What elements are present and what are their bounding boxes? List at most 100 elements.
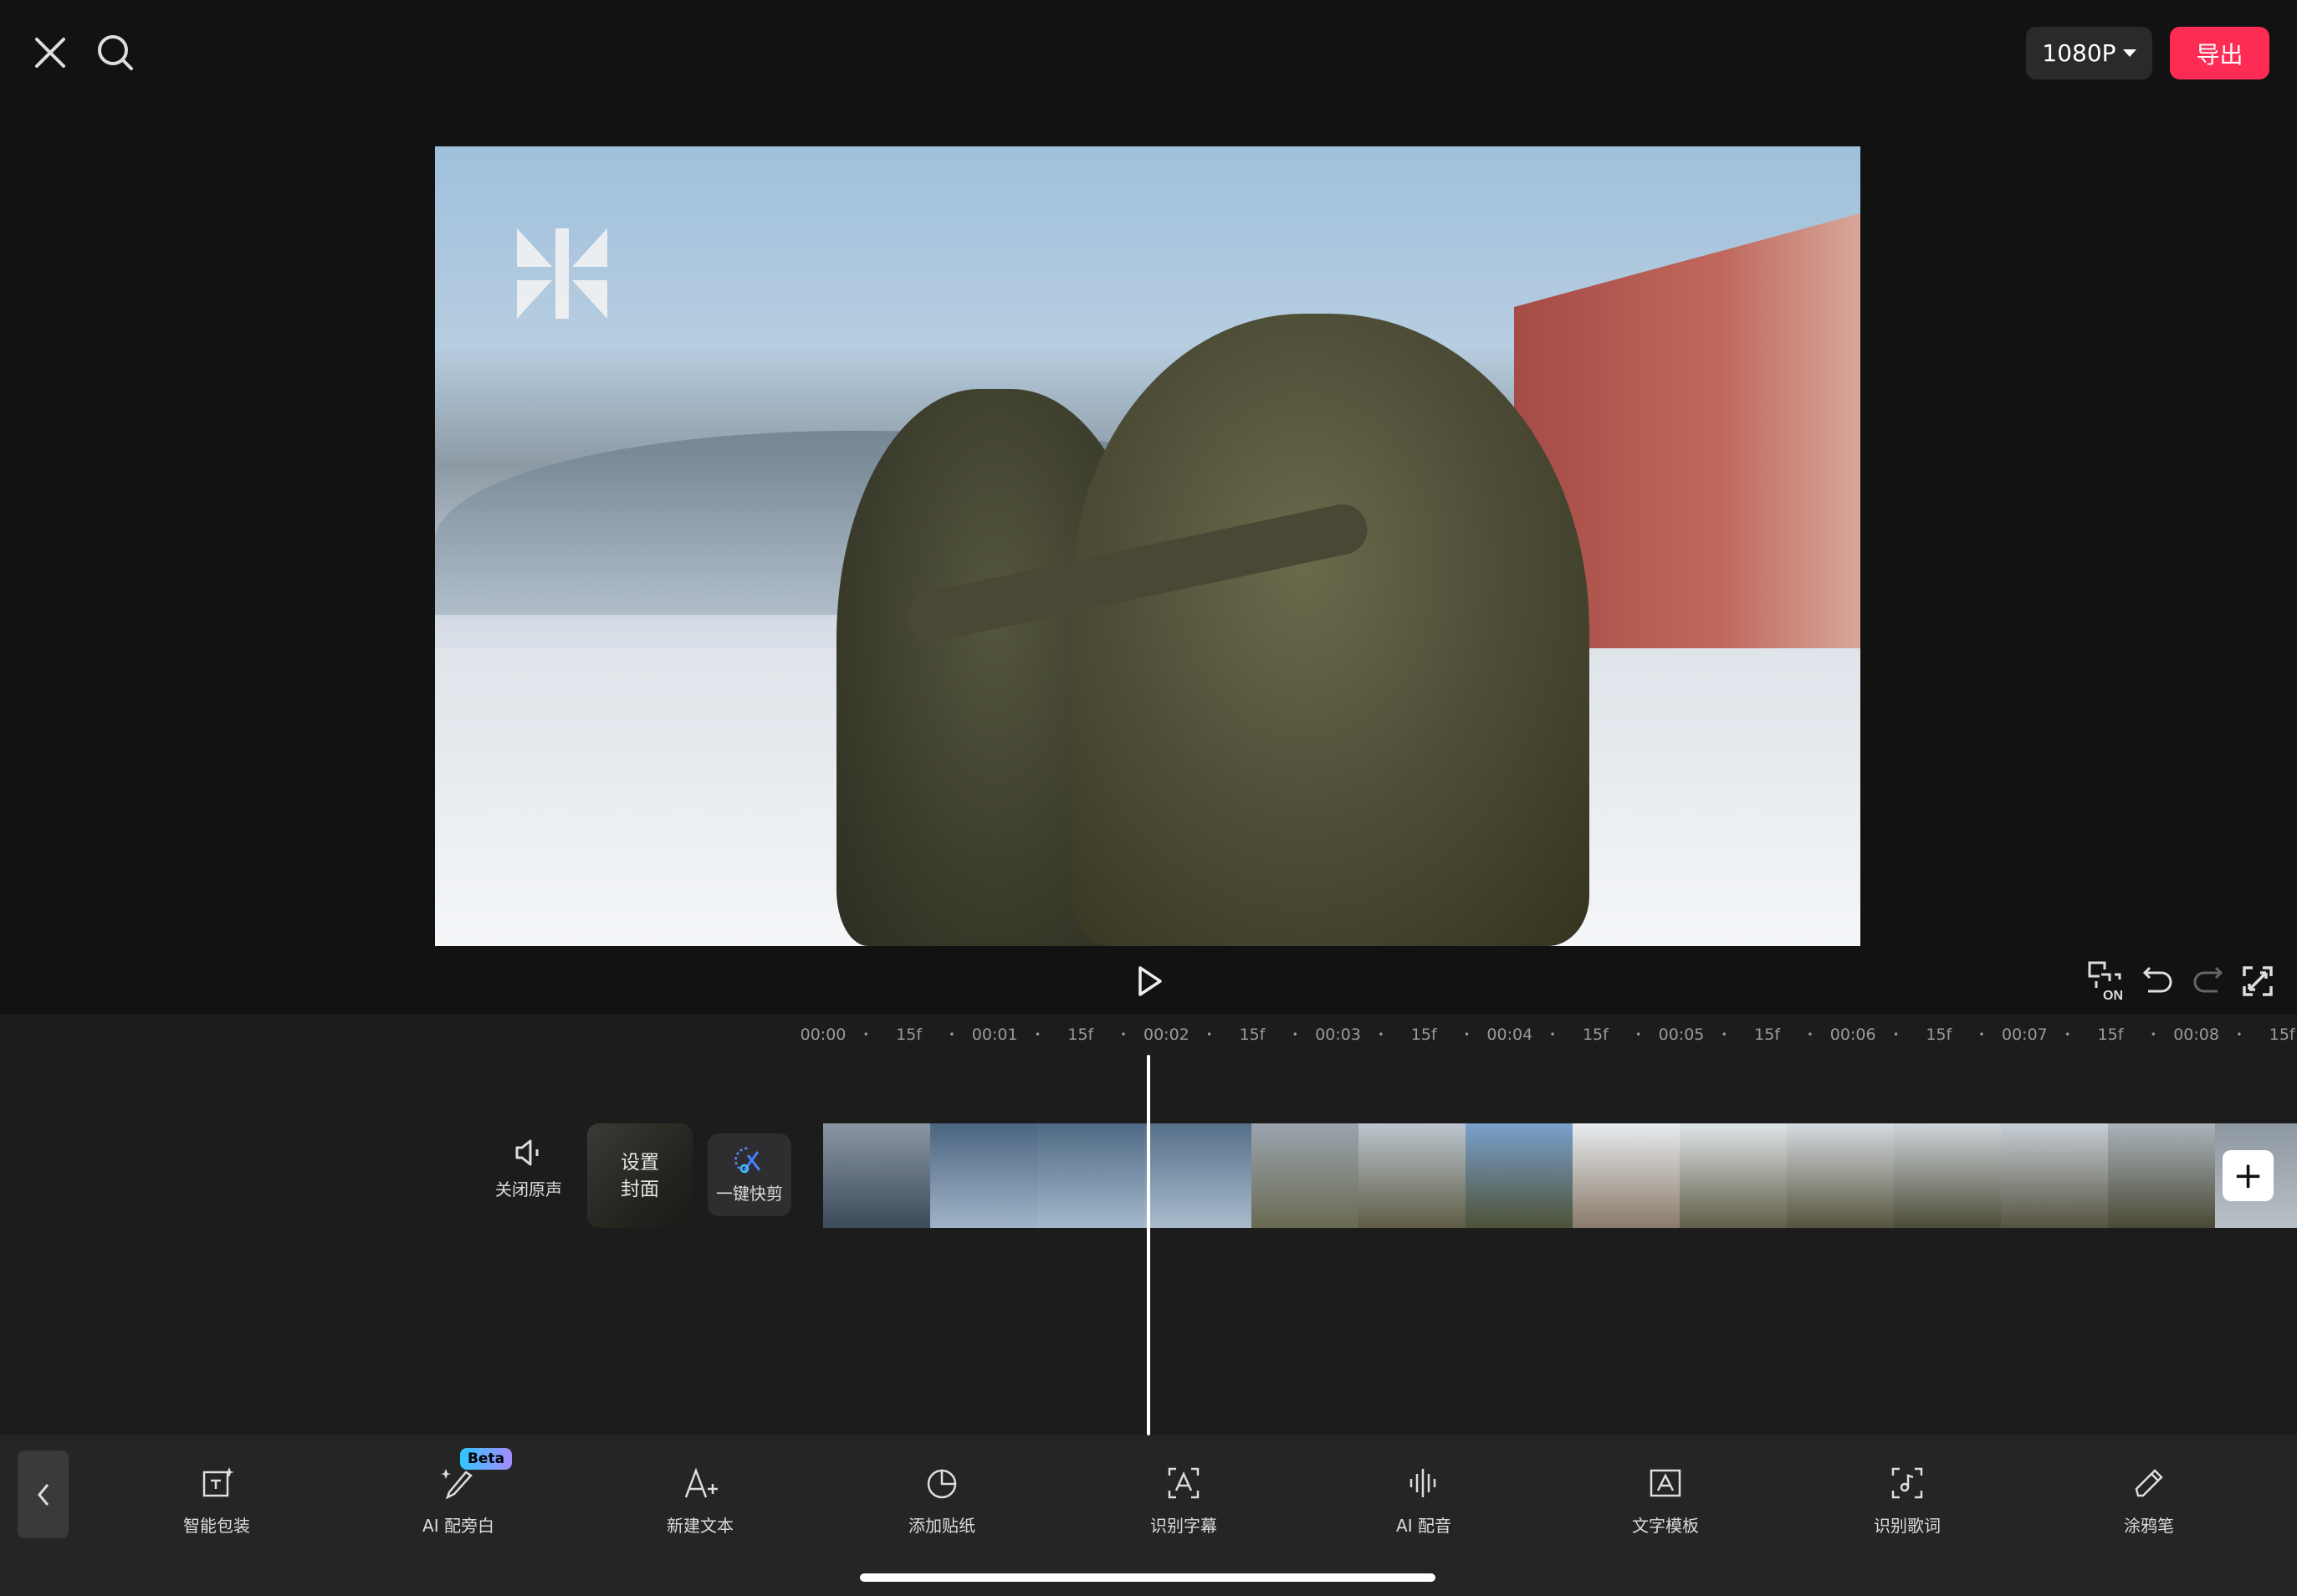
ruler-tick-label: 00:06 [1829, 1026, 1876, 1044]
clip-frame [1358, 1123, 1466, 1228]
ruler-dot: • [1292, 1029, 1298, 1041]
soldier-right [1071, 314, 1589, 946]
mute-label: 关闭原声 [495, 1179, 562, 1200]
export-button[interactable]: 导出 [2170, 27, 2269, 79]
clip-frame [1573, 1123, 1680, 1228]
clip-frame [930, 1123, 1037, 1228]
tool-smart-package[interactable]: 智能包装 [133, 1464, 300, 1537]
quick-cut-icon [733, 1145, 766, 1175]
ruler-dot: • [1120, 1029, 1127, 1041]
text-template-icon [1646, 1464, 1685, 1502]
ruler-tick-label: 15f [2269, 1026, 2295, 1044]
ruler-tick-label: 00:07 [2002, 1026, 2048, 1044]
ruler-dot: • [1721, 1029, 1727, 1041]
resolution-dropdown[interactable]: 1080P [2026, 27, 2152, 79]
tool-ai-narration[interactable]: AI 配旁白 [375, 1464, 542, 1537]
tool-label: 智能包装 [183, 1516, 250, 1536]
fullscreen-preview-on-icon[interactable]: ON [2081, 956, 2131, 1006]
ruler-dot: • [1807, 1029, 1814, 1041]
video-preview[interactable] [435, 146, 1860, 946]
tool-sticker[interactable]: 添加贴纸 [858, 1464, 1026, 1537]
ruler-dot: • [2150, 1029, 2156, 1041]
tool-label: AI 配旁白 [422, 1516, 494, 1536]
tool-label: 添加贴纸 [908, 1516, 975, 1536]
ruler-tick-label: 00:01 [971, 1026, 1018, 1044]
ruler-dot: • [1463, 1029, 1471, 1041]
ruler-tick-label: 15f [1410, 1026, 1437, 1044]
clip-frame [1144, 1123, 1251, 1228]
tool-label: 识别字幕 [1150, 1516, 1217, 1536]
clip-frame [1466, 1123, 1573, 1228]
ruler-dot: • [1378, 1029, 1384, 1041]
ruler-dot: • [1978, 1029, 1985, 1041]
ruler-tick-label: 15f [1926, 1026, 1952, 1044]
cover-label-1: 设置 [621, 1151, 659, 1174]
ruler-tick-label: 00:02 [1143, 1026, 1189, 1044]
video-clip-strip[interactable] [823, 1123, 2297, 1228]
cover-label-2: 封面 [621, 1178, 659, 1200]
resolution-value: 1080P [2042, 39, 2116, 67]
close-icon[interactable] [25, 28, 75, 78]
redo-icon[interactable] [2182, 956, 2233, 1006]
ruler-dot: • [2064, 1029, 2071, 1041]
ruler-tick-label: 00:03 [1315, 1026, 1361, 1044]
play-icon[interactable] [1123, 956, 1174, 1006]
add-clip-button[interactable]: + [2223, 1150, 2274, 1201]
tool-auto-caption[interactable]: 识别字幕 [1100, 1464, 1267, 1537]
tool-doodle-pen[interactable]: 涂鸦笔 [2065, 1464, 2233, 1537]
quick-cut-label: 一键快剪 [716, 1184, 783, 1204]
tool-label: 文字模板 [1632, 1516, 1699, 1536]
chevron-left-icon [37, 1483, 49, 1506]
tool-label: 涂鸦笔 [2124, 1516, 2174, 1536]
ruler-tick-label: 15f [896, 1026, 923, 1044]
ruler-dot: • [949, 1029, 955, 1041]
sticker-icon [923, 1464, 961, 1502]
ruler-dot: • [1635, 1029, 1642, 1041]
speaker-icon [512, 1138, 545, 1168]
ruler-tick-label: 15f [2097, 1026, 2124, 1044]
tool-label: 识别歌词 [1874, 1516, 1941, 1536]
ruler-dot: • [862, 1029, 869, 1041]
clip-frame [1037, 1123, 1144, 1228]
ruler-tick-label: 00:00 [800, 1026, 847, 1044]
cross-emblem-icon [517, 228, 607, 319]
tool-lyrics[interactable]: 识别歌词 [1824, 1464, 1991, 1537]
toolbar-back-button[interactable] [18, 1450, 69, 1538]
ruler-dot: • [1892, 1029, 1900, 1041]
ruler-tick-label: 15f [1067, 1026, 1094, 1044]
ruler-tick-label: 00:08 [2173, 1026, 2219, 1044]
clip-frame [1787, 1123, 1894, 1228]
lyrics-icon [1888, 1464, 1926, 1502]
ruler-tick-label: 15f [1582, 1026, 1609, 1044]
clip-frame [1251, 1123, 1358, 1228]
tool-label: 新建文本 [667, 1516, 734, 1536]
beta-badge: Beta [460, 1448, 512, 1470]
ruler-dot: • [2236, 1029, 2243, 1041]
search-icon[interactable] [90, 28, 141, 78]
ruler-dot: • [1034, 1029, 1041, 1041]
clip-frame [1680, 1123, 1787, 1228]
ai-voice-icon [1404, 1464, 1443, 1502]
new-text-icon [681, 1464, 719, 1502]
set-cover-button[interactable]: 设置 封面 [587, 1123, 693, 1228]
clip-frame [823, 1123, 930, 1228]
ruler-tick-label: 00:04 [1486, 1026, 1533, 1044]
ruler-dot: • [1206, 1029, 1213, 1041]
clip-frame [2001, 1123, 2108, 1228]
svg-text:ON: ON [2103, 989, 2123, 1003]
tool-new-text[interactable]: 新建文本 [616, 1464, 784, 1537]
quick-cut-button[interactable]: 一键快剪 [708, 1133, 791, 1216]
home-indicator[interactable] [860, 1573, 1435, 1582]
tool-text-template[interactable]: 文字模板 [1582, 1464, 1749, 1537]
undo-icon[interactable] [2133, 956, 2183, 1006]
doodle-pen-icon [2130, 1464, 2168, 1502]
ruler-dot: • [1549, 1029, 1556, 1041]
clip-frame [1894, 1123, 2001, 1228]
mute-original-button[interactable]: 关闭原声 [487, 1138, 570, 1200]
clip-frame [2108, 1123, 2215, 1228]
playhead[interactable] [1147, 1055, 1150, 1435]
fullscreen-icon[interactable] [2233, 956, 2283, 1006]
tool-label: AI 配音 [1396, 1516, 1451, 1536]
ruler-tick-label: 00:05 [1658, 1026, 1705, 1044]
tool-ai-voice[interactable]: AI 配音 [1340, 1464, 1507, 1537]
